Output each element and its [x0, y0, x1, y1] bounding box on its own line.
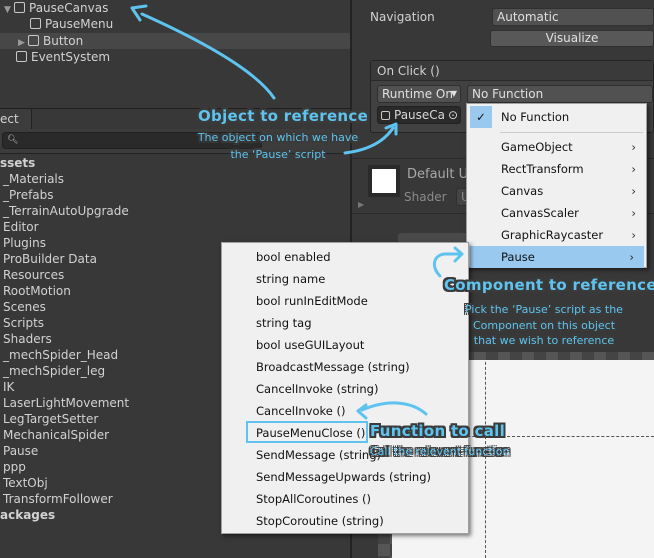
annotation-component-sub: Component on this object	[472, 319, 616, 332]
annotation-object-sub: The object on which we have	[197, 131, 359, 144]
annotation-function-sub: Call the relevent function	[370, 445, 510, 458]
annotation-component-title: Component to reference	[444, 276, 654, 294]
annotation-function-title: Function to call	[370, 422, 506, 440]
arrowhead	[130, 4, 148, 22]
annotation-component-sub: that we wish to reference	[473, 334, 615, 347]
arrow-to-object	[140, 12, 276, 100]
annotation-object-sub: the ‘Pause’ script	[230, 148, 326, 161]
arrow-to-function	[360, 401, 428, 416]
arrow-to-pause	[433, 252, 462, 278]
annotation-component-sub: Pick the ‘Pause’ script as the	[465, 303, 623, 316]
annotation-object-title: Object to reference	[198, 107, 369, 125]
